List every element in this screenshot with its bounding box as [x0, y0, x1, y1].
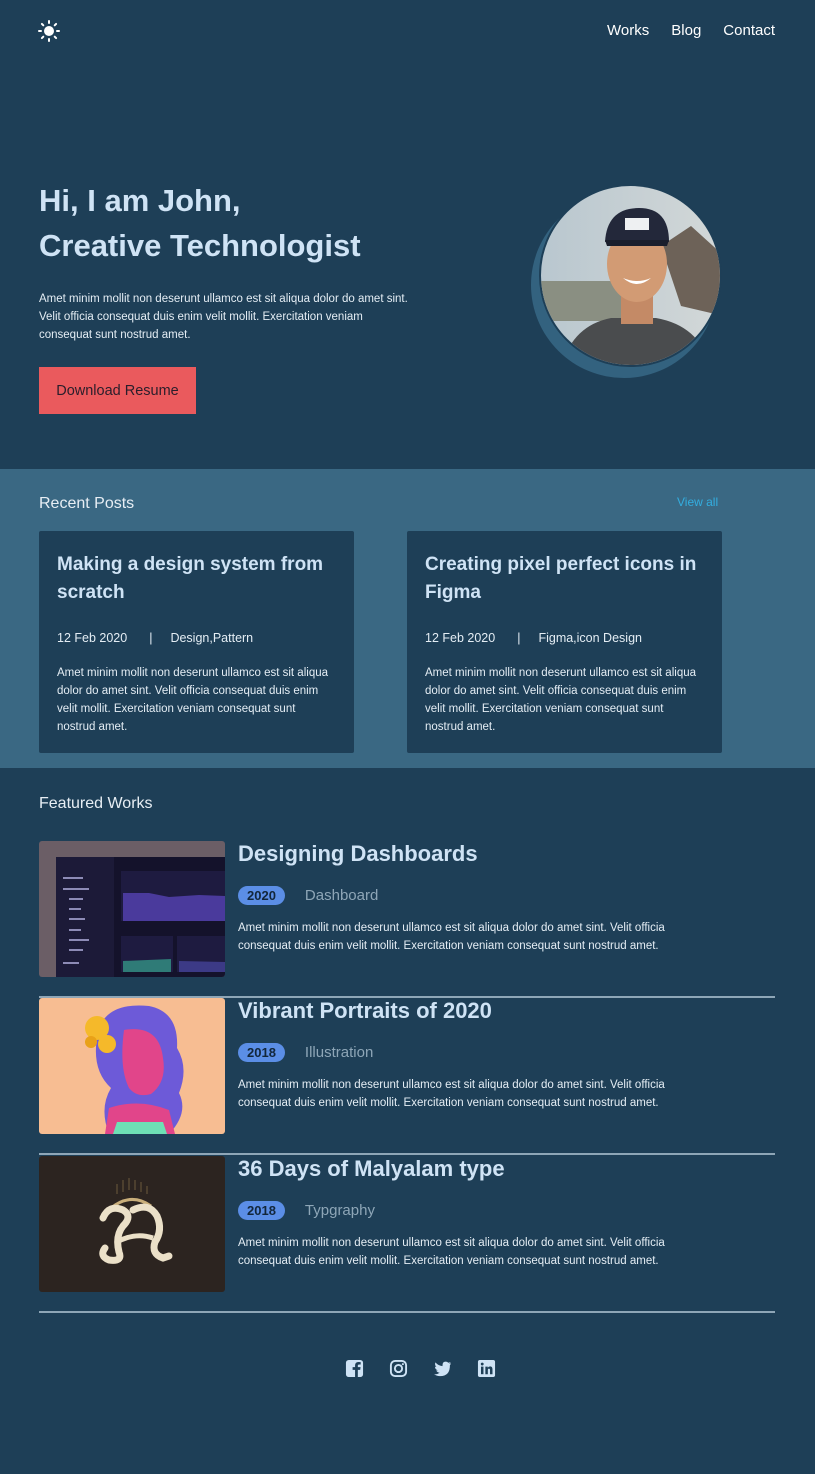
instagram-icon[interactable]: [389, 1359, 408, 1378]
work-thumbnail[interactable]: [39, 1156, 225, 1292]
work-item[interactable]: 36 Days of Malyalam type 2018 Typgraphy …: [39, 1156, 775, 1313]
work-item[interactable]: Vibrant Portraits of 2020 2018 Illustrat…: [39, 998, 775, 1155]
work-thumbnail[interactable]: [39, 998, 225, 1134]
avatar: [539, 184, 722, 367]
work-title[interactable]: Designing Dashboards: [238, 841, 478, 867]
hero-title: Hi, I am John, Creative Technologist: [39, 178, 361, 268]
work-description: Amet minim mollit non deserunt ullamco e…: [238, 1079, 665, 1109]
post-title[interactable]: Creating pixel perfect icons in Figma: [425, 551, 704, 607]
work-meta: 2018 Illustration: [238, 1043, 373, 1062]
work-meta: 2020 Dashboard: [238, 886, 378, 905]
twitter-icon[interactable]: [433, 1359, 452, 1378]
hero-description: Amet minim mollit non deserunt ullamco e…: [39, 293, 408, 341]
work-title[interactable]: 36 Days of Malyalam type: [238, 1156, 505, 1182]
recent-posts-title: Recent Posts: [39, 495, 135, 512]
work-category: Typgraphy: [304, 1202, 375, 1219]
sun-icon[interactable]: [38, 20, 60, 42]
work-description: Amet minim mollit non deserunt ullamco e…: [238, 1237, 665, 1267]
linkedin-icon[interactable]: [477, 1359, 496, 1378]
download-resume-button[interactable]: Download Resume: [39, 367, 196, 414]
post-date: 12 Feb 2020: [425, 631, 496, 645]
nav-link-works[interactable]: Works: [607, 22, 649, 39]
hero-title-line1: Hi, I am John,: [39, 183, 241, 218]
work-thumbnail[interactable]: [39, 841, 225, 977]
view-all-link[interactable]: View all: [677, 495, 718, 509]
year-badge: 2020: [238, 886, 285, 905]
post-meta: 12 Feb 2020 | Design,Pattern: [57, 631, 336, 645]
nav-link-contact[interactable]: Contact: [723, 22, 775, 39]
work-meta: 2018 Typgraphy: [238, 1201, 375, 1220]
social-links: [345, 1359, 496, 1378]
work-item[interactable]: Designing Dashboards 2020 Dashboard Amet…: [39, 841, 775, 998]
post-card[interactable]: Creating pixel perfect icons in Figma 12…: [407, 531, 722, 753]
post-tags: Figma,icon Design: [538, 631, 642, 645]
hero-title-line2: Creative Technologist: [39, 228, 361, 263]
nav-links: Works Blog Contact: [607, 22, 775, 39]
post-description: Amet minim mollit non deserunt ullamco e…: [425, 667, 697, 733]
work-title[interactable]: Vibrant Portraits of 2020: [238, 998, 492, 1024]
work-description: Amet minim mollit non deserunt ullamco e…: [238, 922, 665, 952]
work-category: Illustration: [304, 1044, 374, 1061]
facebook-icon[interactable]: [345, 1359, 364, 1378]
year-badge: 2018: [238, 1043, 285, 1062]
portrait-thumbnail-image: [39, 998, 225, 1134]
featured-works-title: Featured Works: [39, 795, 153, 812]
navbar: Works Blog Contact: [0, 0, 815, 62]
work-category: Dashboard: [304, 887, 379, 904]
profile-photo: [541, 186, 720, 365]
meta-separator: |: [517, 631, 521, 645]
dashboard-thumbnail-image: [39, 841, 225, 977]
post-title[interactable]: Making a design system from scratch: [57, 551, 336, 607]
post-meta: 12 Feb 2020 | Figma,icon Design: [425, 631, 704, 645]
meta-separator: |: [149, 631, 153, 645]
year-badge: 2018: [238, 1201, 285, 1220]
nav-link-blog[interactable]: Blog: [671, 22, 701, 39]
post-card[interactable]: Making a design system from scratch 12 F…: [39, 531, 354, 753]
post-tags: Design,Pattern: [170, 631, 254, 645]
post-date: 12 Feb 2020: [57, 631, 128, 645]
malayalam-type-thumbnail-image: [39, 1156, 225, 1292]
post-description: Amet minim mollit non deserunt ullamco e…: [57, 667, 329, 733]
